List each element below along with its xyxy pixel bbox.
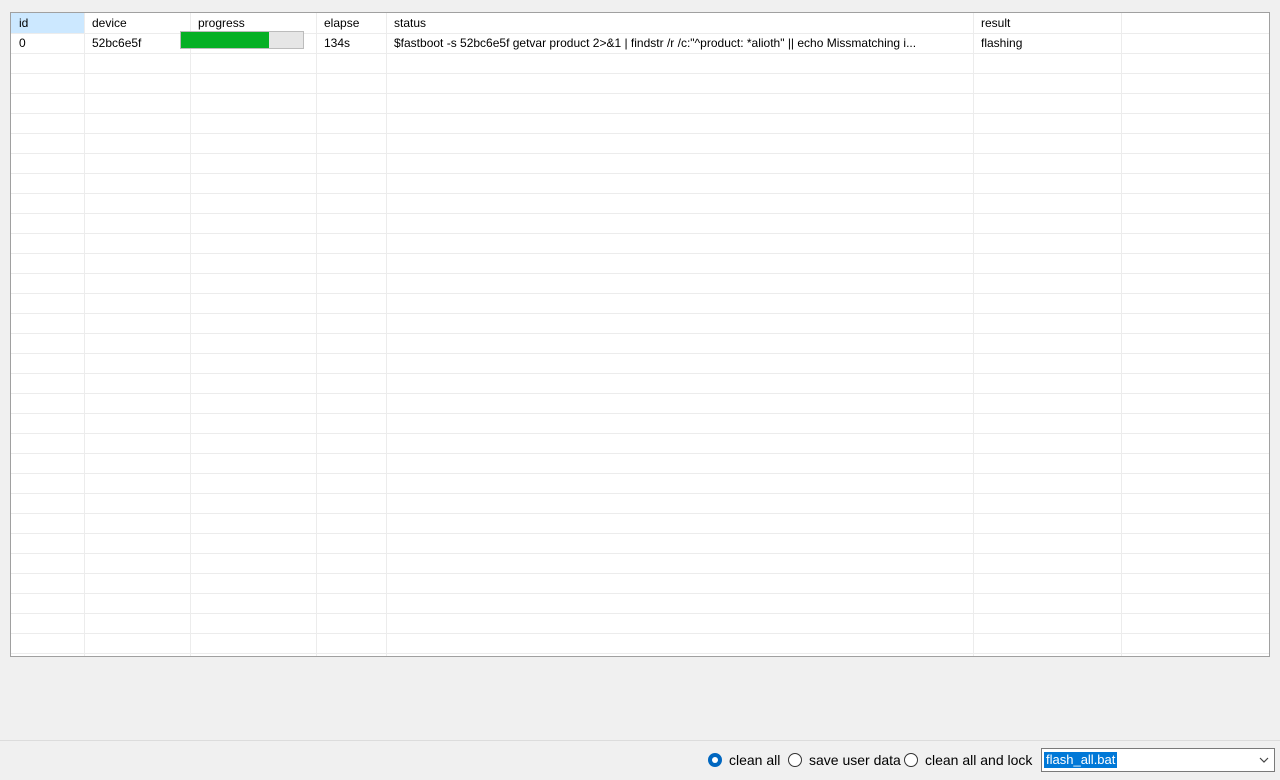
column-header-elapse[interactable]: elapse [316,13,386,33]
cell-id[interactable]: 0 [11,33,84,53]
radio-save-user-data[interactable]: save user data [788,752,901,768]
column-header-status[interactable]: status [386,13,973,33]
column-header-result[interactable]: result [973,13,1121,33]
column-header-device[interactable]: device [84,13,190,33]
radio-label-clean-all-and-lock[interactable]: clean all and lock [925,752,1032,768]
radio-clean-all-and-lock[interactable]: clean all and lock [904,752,1032,768]
options-bar: clean all save user data clean all and l… [0,740,1280,780]
radio-dot-icon[interactable] [708,753,722,767]
column-header-id[interactable]: id [11,13,84,33]
radio-dot-icon[interactable] [904,753,918,767]
device-grid[interactable]: id device progress elapse status result … [10,12,1270,657]
cell-elapse[interactable]: 134s [316,33,386,53]
radio-label-clean-all[interactable]: clean all [729,752,780,768]
progress-bar [180,31,304,49]
radio-dot-icon[interactable] [788,753,802,767]
cell-result[interactable]: flashing [973,33,1121,53]
chevron-down-icon[interactable] [1258,754,1270,766]
script-select-value[interactable]: flash_all.bat [1044,752,1118,768]
script-select[interactable]: flash_all.bat [1041,748,1275,772]
grid-lines [11,13,1269,656]
column-header-progress[interactable]: progress [190,13,316,33]
radio-clean-all[interactable]: clean all [708,752,780,768]
cell-device[interactable]: 52bc6e5f [84,33,190,53]
window-top-strip [0,0,1280,12]
radio-label-save-user-data[interactable]: save user data [809,752,901,768]
cell-status[interactable]: $fastboot -s 52bc6e5f getvar product 2>&… [386,33,972,53]
progress-fill [181,32,269,48]
